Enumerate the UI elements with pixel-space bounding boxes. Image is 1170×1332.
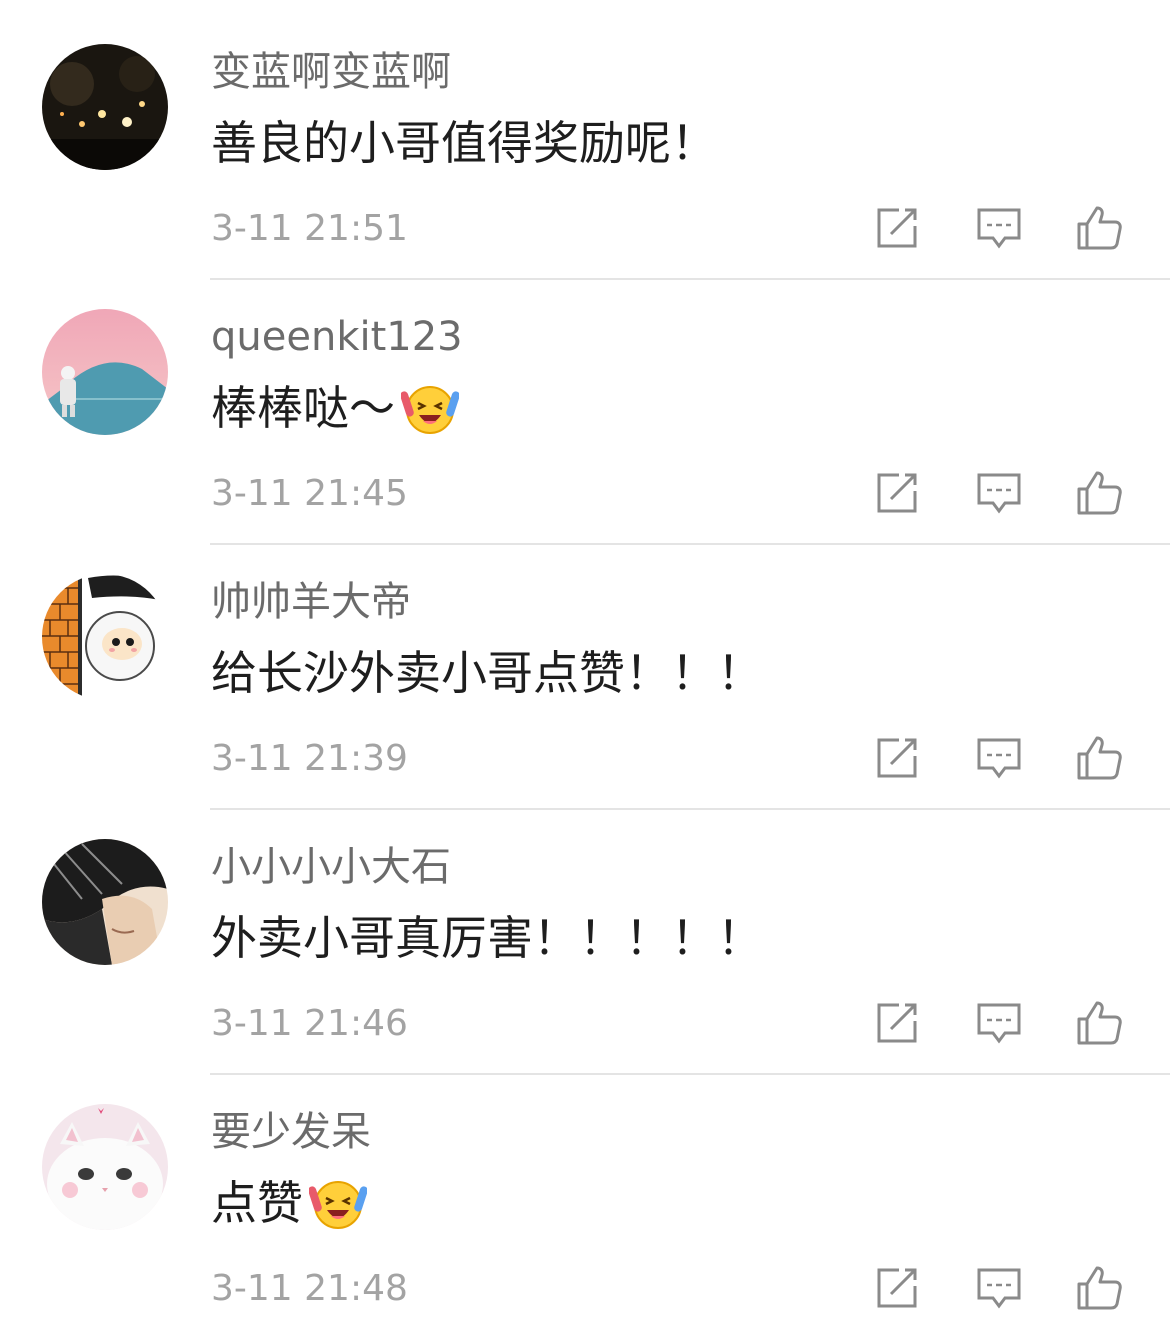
username[interactable]: 要少发呆 (211, 1108, 371, 1156)
comment-bubble-icon[interactable] (975, 204, 1023, 252)
username[interactable]: 小小小小大石 (211, 843, 451, 891)
thumbs-up-icon[interactable] (1075, 999, 1123, 1047)
comment-text-content: 给长沙外卖小哥点赞！！！ (211, 646, 763, 700)
thumbs-up-icon[interactable] (1075, 734, 1123, 782)
share-edit-icon[interactable] (873, 469, 921, 517)
avatar[interactable] (42, 1104, 168, 1230)
share-edit-icon[interactable] (873, 999, 921, 1047)
share-edit-icon[interactable] (873, 734, 921, 782)
comment-text-content: 外卖小哥真厉害！！！！！ (211, 911, 763, 965)
thumbs-up-icon[interactable] (1075, 469, 1123, 517)
comment-bubble-icon[interactable] (975, 469, 1023, 517)
thumbs-up-icon[interactable] (1075, 204, 1123, 252)
timestamp: 3-11 21:45 (211, 473, 408, 514)
avatar[interactable] (42, 309, 168, 435)
username[interactable]: queenkit123 (211, 313, 463, 361)
thumbs-up-icon[interactable] (1075, 1264, 1123, 1312)
comment-text: 棒棒哒～ (211, 378, 460, 438)
comment-item: 小小小小大石 外卖小哥真厉害！！！！！ 3-11 21:46 (0, 795, 1170, 1075)
timestamp: 3-11 21:48 (211, 1268, 408, 1309)
comment-text-content: 棒棒哒～ (211, 381, 395, 435)
comment-text-content: 善良的小哥值得奖励呢！ (211, 116, 717, 170)
timestamp: 3-11 21:39 (211, 738, 408, 779)
laughing-crying-emoji (308, 1174, 368, 1232)
comment-text: 点赞 (211, 1173, 368, 1233)
comment-bubble-icon[interactable] (975, 734, 1023, 782)
comment-item: 要少发呆 点赞 3-11 21:48 (0, 1060, 1170, 1325)
comment-text: 外卖小哥真厉害！！！！！ (211, 908, 763, 968)
comment-bubble-icon[interactable] (975, 999, 1023, 1047)
comment-text-content: 点赞 (211, 1176, 303, 1230)
share-edit-icon[interactable] (873, 1264, 921, 1312)
comment-item: queenkit123 棒棒哒～ 3-11 21:45 (0, 265, 1170, 545)
avatar[interactable] (42, 839, 168, 965)
laughing-crying-emoji (400, 379, 460, 437)
comment-text: 善良的小哥值得奖励呢！ (211, 113, 717, 173)
timestamp: 3-11 21:51 (211, 208, 408, 249)
username[interactable]: 帅帅羊大帝 (211, 578, 411, 626)
comment-bubble-icon[interactable] (975, 1264, 1023, 1312)
comment-text: 给长沙外卖小哥点赞！！！ (211, 643, 763, 703)
timestamp: 3-11 21:46 (211, 1003, 408, 1044)
username[interactable]: 变蓝啊变蓝啊 (211, 48, 451, 96)
comment-item: 变蓝啊变蓝啊 善良的小哥值得奖励呢！ 3-11 21:51 (0, 0, 1170, 280)
comment-item: 帅帅羊大帝 给长沙外卖小哥点赞！！！ 3-11 21:39 (0, 530, 1170, 810)
avatar[interactable] (42, 44, 168, 170)
avatar[interactable] (42, 574, 168, 700)
share-edit-icon[interactable] (873, 204, 921, 252)
